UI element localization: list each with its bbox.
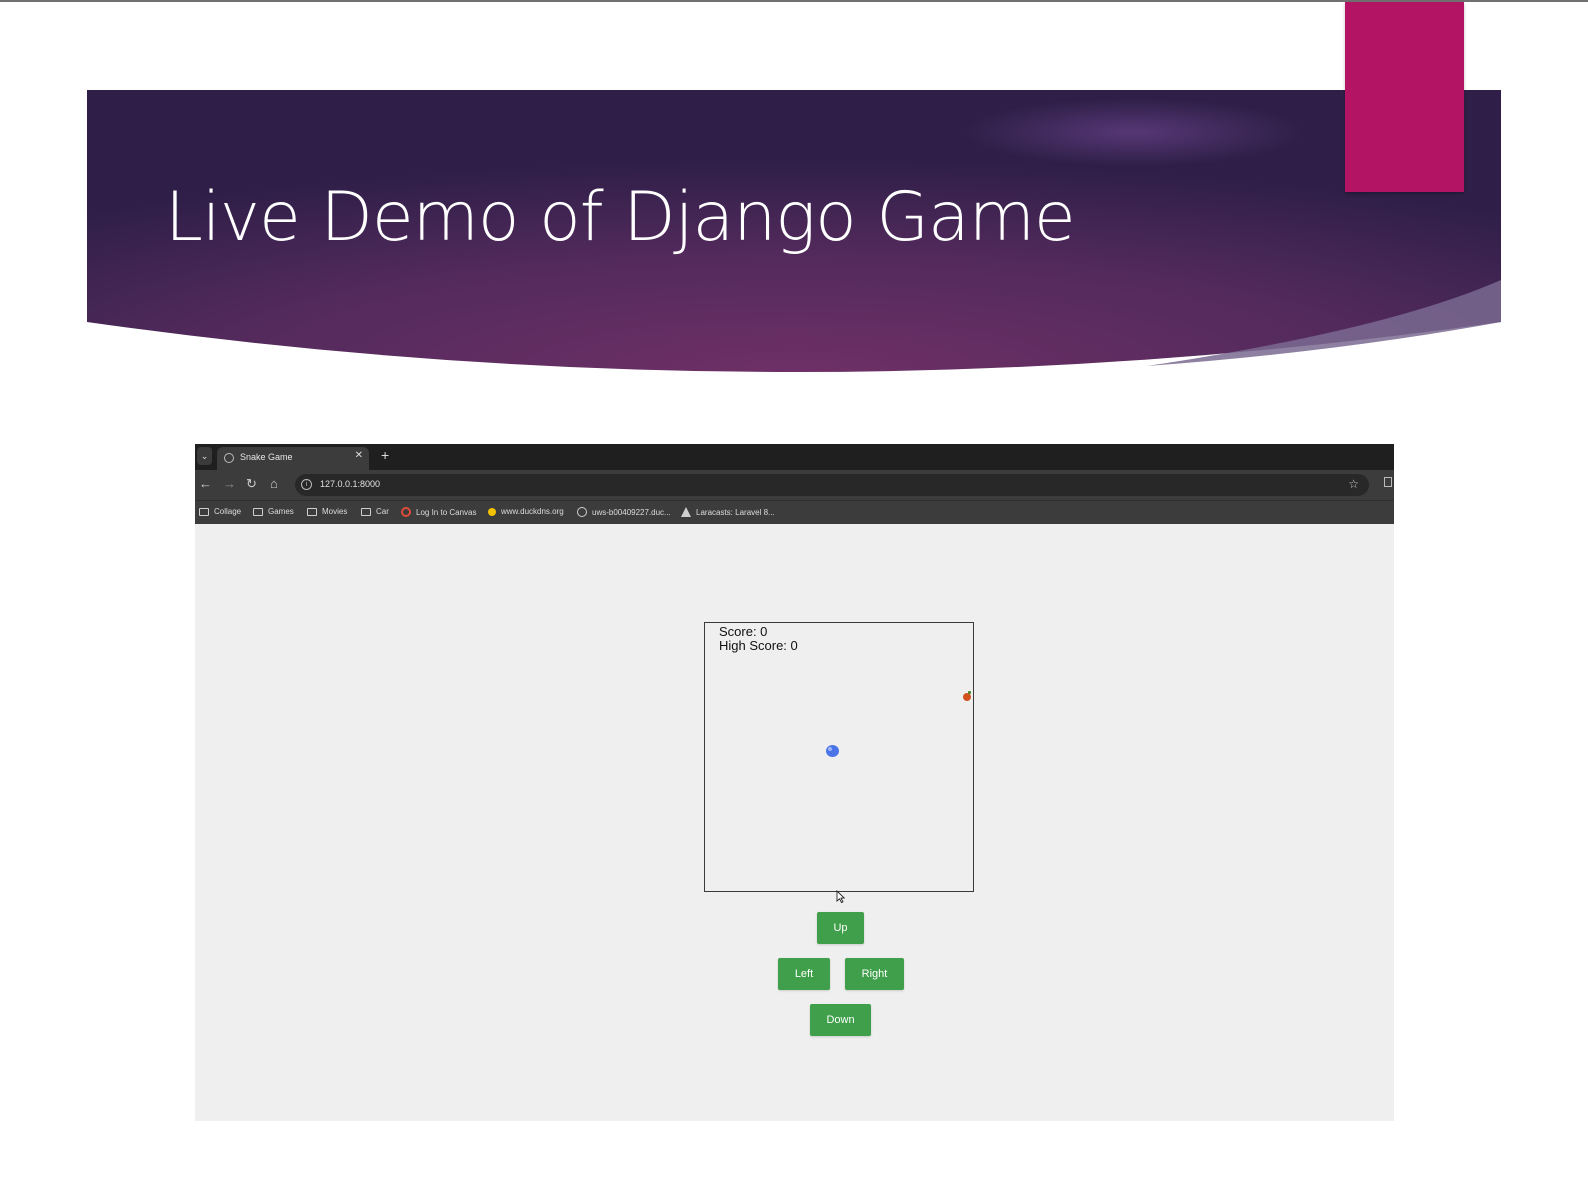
tab-snake-game[interactable]: Snake Game ✕ xyxy=(217,447,369,470)
bookmark-canvas[interactable]: Log In to Canvas xyxy=(401,507,476,517)
bookmark-laracasts[interactable]: Laracasts: Laravel 8... xyxy=(681,507,775,517)
bookmark-movies[interactable]: Movies xyxy=(307,507,347,516)
slide-title: Live Demo of Django Game xyxy=(165,178,1076,257)
duck-icon xyxy=(488,507,496,516)
tab-title: Snake Game xyxy=(240,452,293,462)
bookmarks-bar: Collage Games Movies Car Log In to Canva… xyxy=(195,500,1394,524)
right-button[interactable]: Right xyxy=(845,958,904,990)
folder-icon xyxy=(307,507,317,516)
folder-icon xyxy=(199,507,209,516)
browser-window: ⌄ Snake Game ✕ + ← → ↻ ⌂ i 127.0.0.1:800… xyxy=(195,444,1394,1121)
extensions-icon[interactable] xyxy=(1384,477,1392,487)
bookmark-collage[interactable]: Collage xyxy=(199,507,241,516)
bookmark-uws[interactable]: uws-b00409227.duc... xyxy=(577,507,671,517)
high-score-text: High Score: 0 xyxy=(719,638,798,653)
accent-tab xyxy=(1345,2,1464,192)
folder-icon xyxy=(253,507,263,516)
globe-icon xyxy=(224,453,234,463)
score-text: Score: 0 xyxy=(719,624,768,639)
snake-eye xyxy=(828,747,832,751)
food-stem xyxy=(968,691,971,694)
mouse-cursor-icon xyxy=(836,890,846,904)
tab-search-button[interactable]: ⌄ xyxy=(197,447,212,465)
address-bar[interactable]: i 127.0.0.1:8000 ☆ xyxy=(295,474,1369,496)
browser-toolbar: ← → ↻ ⌂ i 127.0.0.1:8000 ☆ xyxy=(195,470,1394,500)
home-icon[interactable]: ⌂ xyxy=(270,476,278,491)
bookmark-duckdns[interactable]: www.duckdns.org xyxy=(488,507,564,516)
bookmark-car[interactable]: Car xyxy=(361,507,389,516)
forward-icon[interactable]: → xyxy=(223,476,236,491)
new-tab-button[interactable]: + xyxy=(381,447,389,463)
up-button[interactable]: Up xyxy=(817,912,864,944)
folder-icon xyxy=(361,507,371,516)
site-info-icon[interactable]: i xyxy=(301,479,312,490)
tab-strip: ⌄ Snake Game ✕ + xyxy=(195,444,1394,470)
laracasts-icon xyxy=(681,507,691,517)
url-text: 127.0.0.1:8000 xyxy=(320,479,381,489)
left-button[interactable]: Left xyxy=(778,958,830,990)
game-canvas[interactable]: Score: 0 High Score: 0 xyxy=(704,622,974,892)
reload-icon[interactable]: ↻ xyxy=(246,476,257,492)
down-button[interactable]: Down xyxy=(810,1004,871,1036)
globe-icon xyxy=(577,507,587,517)
star-icon[interactable]: ☆ xyxy=(1348,477,1359,491)
food-apple xyxy=(963,693,971,701)
bookmark-games[interactable]: Games xyxy=(253,507,294,516)
back-icon[interactable]: ← xyxy=(199,476,212,491)
canvas-icon xyxy=(401,507,411,517)
close-icon[interactable]: ✕ xyxy=(355,450,363,461)
